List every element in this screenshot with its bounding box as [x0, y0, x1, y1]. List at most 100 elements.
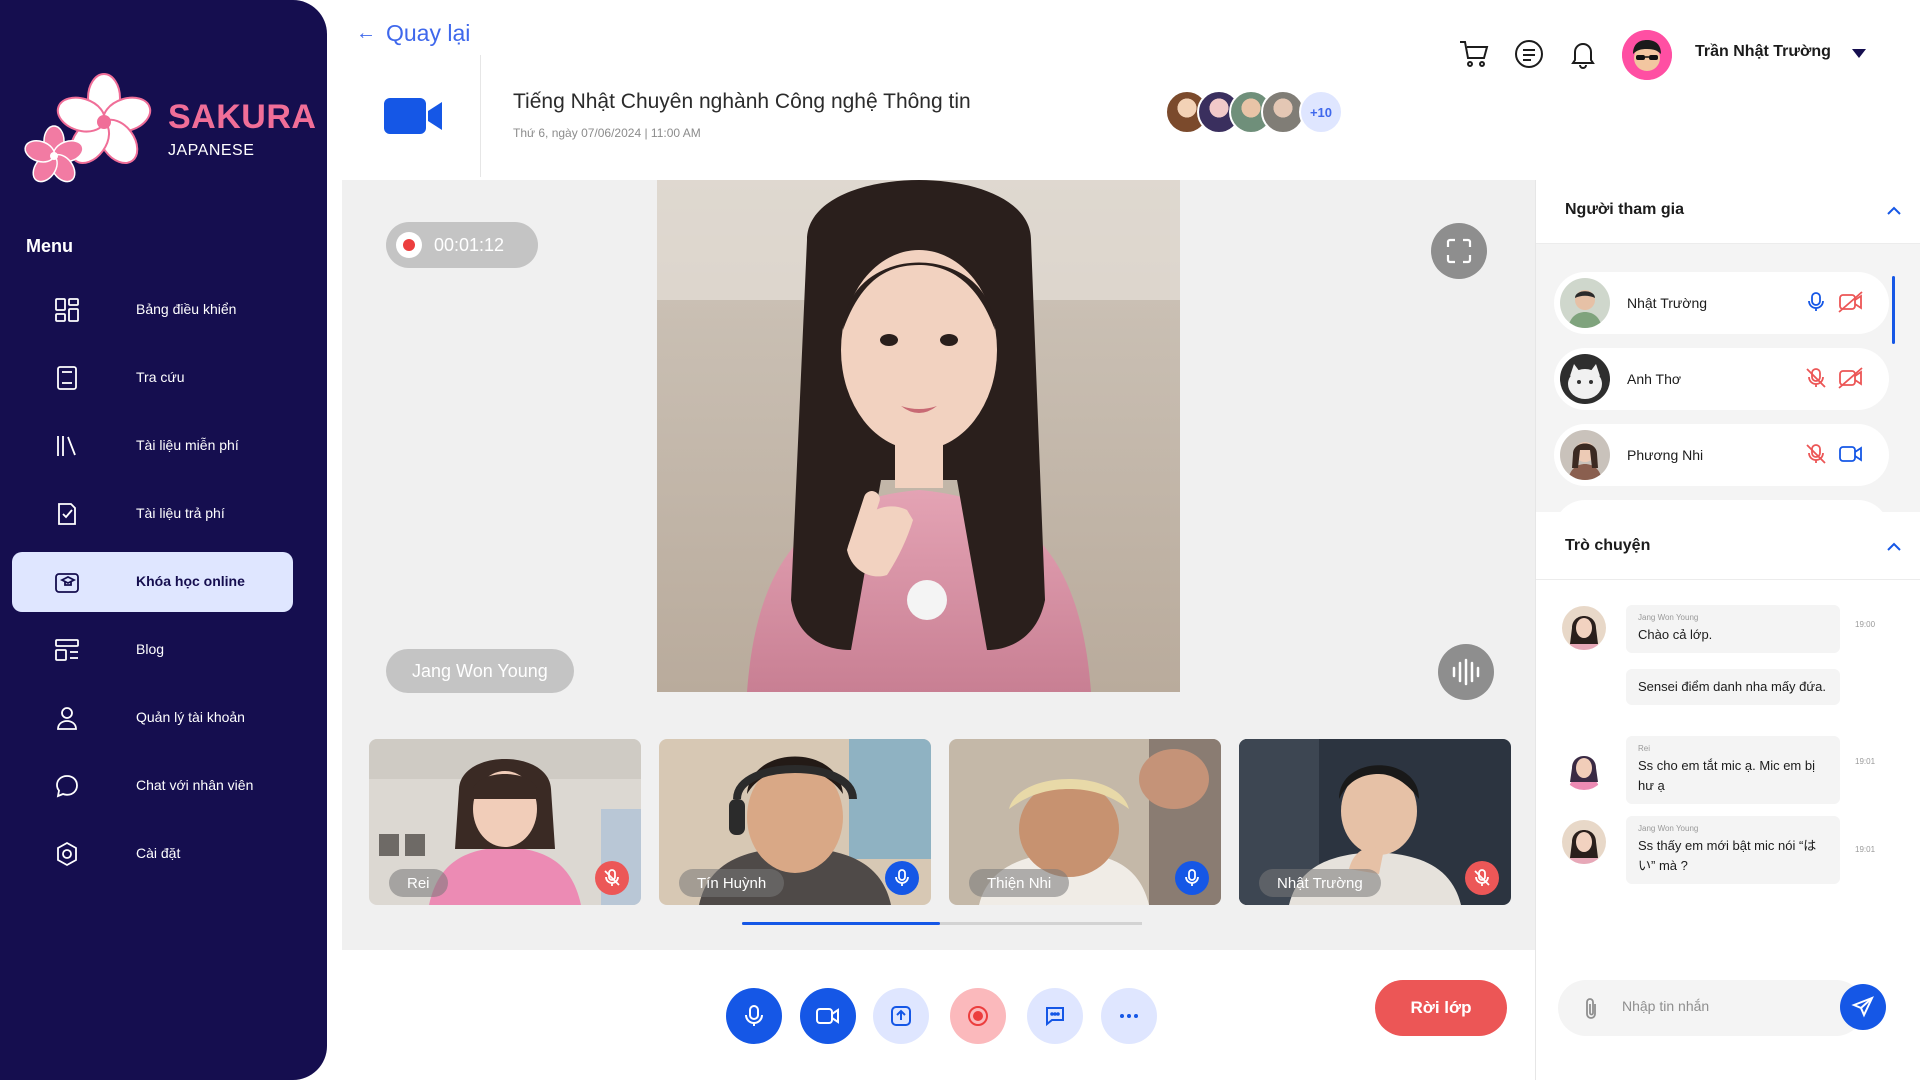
chat-icon	[56, 775, 78, 798]
more-participants-badge[interactable]: +10	[1299, 90, 1343, 134]
chevron-up-icon[interactable]	[1886, 542, 1902, 552]
message-text: Chào cả lớp.	[1638, 627, 1713, 642]
participants-header[interactable]: Người tham gia	[1536, 180, 1920, 244]
avatar	[1562, 820, 1606, 864]
sidebar-item-label: Quản lý tài khoản	[136, 709, 245, 725]
participant-row[interactable]: Phương Nhi	[1554, 424, 1889, 486]
sidebar-item-free-docs[interactable]: Tài liệu miễn phí	[12, 416, 293, 476]
mic-on-button[interactable]	[1175, 861, 1209, 895]
arrow-left-icon: ←	[356, 22, 376, 44]
sakura-logo[interactable]: SAKURA JAPANESE	[22, 72, 316, 192]
header-divider	[480, 55, 481, 177]
mic-off-button[interactable]	[1465, 861, 1499, 895]
sidebar-menu: Bảng điều khiển Tra cứu Tài liệu miễn ph…	[12, 280, 293, 892]
avatar	[1560, 278, 1610, 328]
participant-row[interactable]: Nhật Trường	[1554, 272, 1889, 334]
thumbnail-scrollbar-thumb[interactable]	[742, 922, 940, 925]
record-dot-icon	[396, 232, 422, 258]
audio-level-button[interactable]	[1438, 644, 1494, 700]
send-icon	[1851, 996, 1874, 1018]
sidebar-item-chat-staff[interactable]: Chat với nhân viên	[12, 756, 293, 816]
mic-toggle-button[interactable]	[726, 988, 782, 1044]
user-name[interactable]: Trần Nhật Trường	[1695, 43, 1831, 61]
back-link[interactable]: ← Quay lại	[356, 20, 470, 47]
thumbnail-tin-huynh[interactable]: Tín Huỳnh	[659, 739, 931, 905]
mic-off-icon	[1474, 869, 1490, 886]
avatar	[1562, 606, 1606, 650]
sidebar-item-blog[interactable]: Blog	[12, 620, 293, 680]
send-button[interactable]	[1840, 984, 1886, 1030]
participant-row[interactable]	[1554, 500, 1889, 512]
chevron-up-icon[interactable]	[1886, 206, 1902, 216]
sidebar-item-lookup[interactable]: Tra cứu	[12, 348, 293, 408]
thumbnail-thien-nhi[interactable]: Thiện Nhi	[949, 739, 1221, 905]
more-options-button[interactable]	[1101, 988, 1157, 1044]
mic-icon[interactable]	[1804, 290, 1828, 314]
mic-off-button[interactable]	[595, 861, 629, 895]
chat-bubble: Jang Won Young Ss thấy em mới bật mic nó…	[1626, 816, 1840, 884]
sidebar-item-label: Blog	[136, 641, 165, 657]
participant-name: Nhật Trường	[1627, 295, 1708, 311]
mic-on-button[interactable]	[885, 861, 919, 895]
paperclip-icon[interactable]	[1582, 996, 1600, 1020]
mic-off-icon[interactable]	[1804, 366, 1828, 390]
more-dots-icon	[1120, 1014, 1138, 1018]
sidebar: SAKURA JAPANESE Menu Bảng điều khiển Tra…	[0, 0, 327, 1080]
thumbnail-name: Nhật Trường	[1259, 869, 1381, 897]
message-text: Ss thấy em mới bật mic nói “はい” mà ?	[1638, 838, 1817, 873]
mic-off-icon[interactable]	[1804, 442, 1828, 466]
camera-icon[interactable]	[1838, 442, 1864, 466]
chevron-down-icon[interactable]	[1852, 49, 1866, 58]
thumbnail-rei[interactable]: Rei	[369, 739, 641, 905]
sidebar-item-dashboard[interactable]: Bảng điều khiển	[12, 280, 293, 340]
camera-toggle-button[interactable]	[800, 988, 856, 1044]
avatar	[1560, 430, 1610, 480]
sidebar-item-label: Tài liệu miễn phí	[136, 437, 239, 453]
participant-avatars[interactable]: +10	[1165, 90, 1343, 134]
fullscreen-icon	[1446, 238, 1472, 264]
sidebar-item-settings[interactable]: Cài đặt	[12, 824, 293, 884]
sidebar-item-label: Khóa học online	[136, 573, 245, 589]
sidebar-item-paid-docs[interactable]: Tài liệu trả phí	[12, 484, 293, 544]
notes-icon[interactable]	[1513, 38, 1545, 70]
speaker-video-frame	[657, 180, 1180, 692]
thumbnail-name: Thiện Nhi	[969, 869, 1070, 897]
chat-message-input[interactable]	[1622, 998, 1842, 1014]
chat-toggle-button[interactable]	[1027, 988, 1083, 1044]
chat-bubble: Rei Ss cho em tắt mic ạ. Mic em bị hư ạ	[1626, 736, 1840, 804]
mic-off-icon	[604, 869, 620, 886]
recording-timer: 00:01:12	[386, 222, 538, 268]
sidebar-item-online-course[interactable]: Khóa học online	[12, 552, 293, 612]
participant-row[interactable]: Anh Thơ	[1554, 348, 1889, 410]
share-screen-button[interactable]	[873, 988, 929, 1044]
message-time: 19:01	[1855, 845, 1876, 854]
main-speaker-video[interactable]	[657, 180, 1180, 692]
book-icon	[57, 366, 77, 390]
message-text: Ss cho em tắt mic ạ. Mic em bị hư ạ	[1638, 758, 1815, 793]
camera-off-icon[interactable]	[1838, 290, 1864, 314]
participants-title: Người tham gia	[1565, 201, 1684, 218]
cart-icon[interactable]	[1458, 38, 1490, 70]
class-date: Thứ 6, ngày 07/06/2024 | 11:00 AM	[513, 126, 701, 140]
leave-class-button[interactable]: Rời lớp	[1375, 980, 1507, 1036]
sidebar-item-label: Chat với nhân viên	[136, 777, 254, 793]
thumbnail-scrollbar[interactable]	[742, 922, 1142, 925]
chat-bubble: Sensei điểm danh nha mấy đứa.	[1626, 669, 1840, 705]
camera-off-icon[interactable]	[1838, 366, 1864, 390]
camera-icon	[816, 1008, 839, 1024]
participant-thumbnails: Rei Tín Huỳnh Thiện Nhi Nhật Trường	[369, 739, 1511, 905]
chat-header[interactable]: Trò chuyện	[1536, 516, 1920, 580]
upload-icon	[891, 1006, 911, 1026]
mic-icon	[1185, 869, 1199, 886]
chat-bubble: Jang Won Young Chào cả lớp.	[1626, 605, 1840, 653]
message-time: 19:01	[1855, 757, 1876, 766]
record-button[interactable]	[950, 988, 1006, 1044]
fullscreen-button[interactable]	[1431, 223, 1487, 279]
user-avatar[interactable]	[1622, 30, 1672, 80]
sidebar-item-account[interactable]: Quản lý tài khoản	[12, 688, 293, 748]
participants-scrollbar[interactable]	[1892, 276, 1895, 344]
sidebar-item-label: Tài liệu trả phí	[136, 505, 225, 521]
bell-icon[interactable]	[1567, 38, 1599, 70]
thumbnail-nhat-truong[interactable]: Nhật Trường	[1239, 739, 1511, 905]
library-icon	[57, 436, 76, 456]
